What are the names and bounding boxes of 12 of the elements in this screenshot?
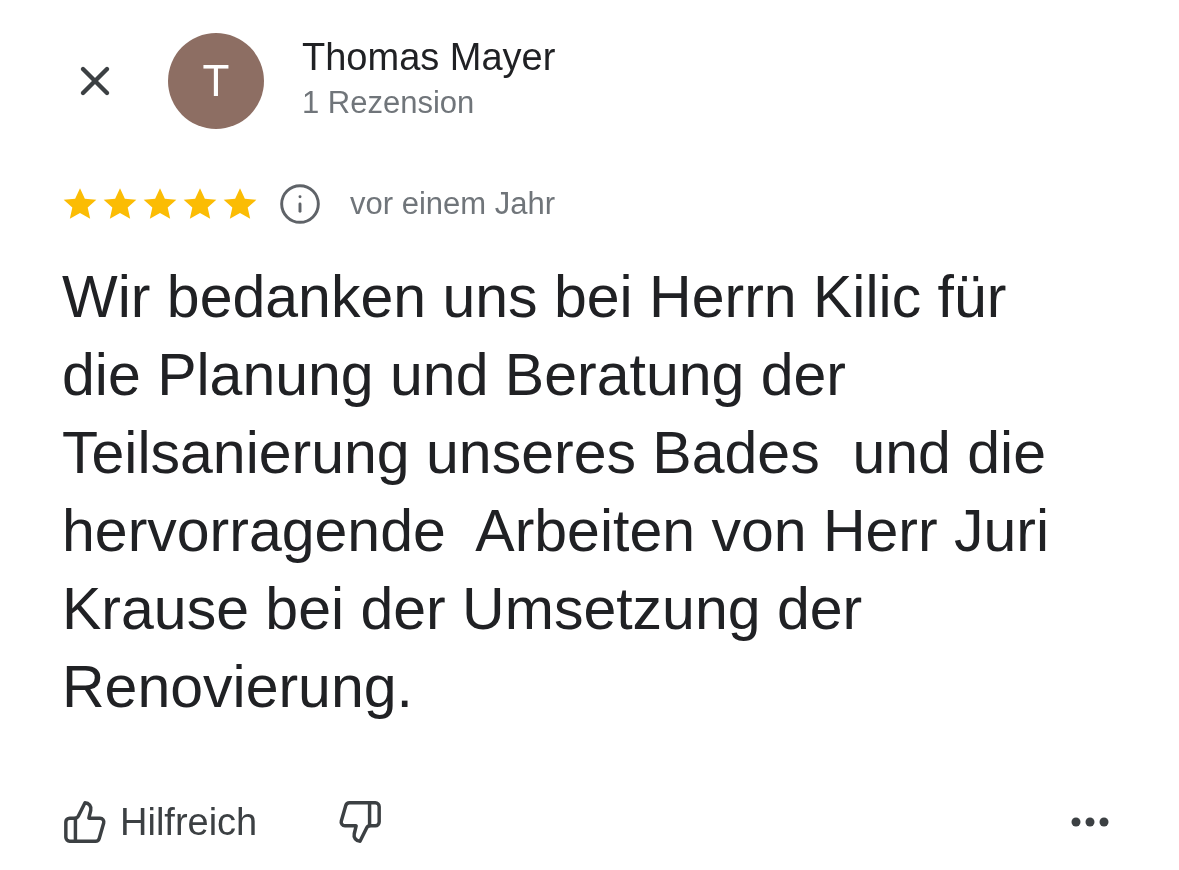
- info-icon[interactable]: [278, 182, 322, 227]
- helpful-button[interactable]: Hilfreich: [62, 793, 258, 851]
- thumbs-up-icon: [62, 799, 108, 845]
- more-icon: [1071, 817, 1109, 827]
- review-count: 1 Rezension: [302, 84, 476, 122]
- more-options-button[interactable]: [1071, 817, 1109, 827]
- review-text: Wir bedanken uns bei Herrn Kilic für die Planung und Beratung der Teilsanierung unseres Bades und die hervorragende Arbeiten von Herr Juri Krause bei der Umsetzung der Renovierung.: [62, 262, 1051, 722]
- thumbs-down-button[interactable]: [337, 799, 384, 845]
- thumbs-down-icon: [337, 799, 384, 845]
- avatar: T: [168, 33, 264, 129]
- review-time: vor einem Jahr: [350, 185, 556, 223]
- reviewer-name: Thomas Mayer: [302, 35, 556, 80]
